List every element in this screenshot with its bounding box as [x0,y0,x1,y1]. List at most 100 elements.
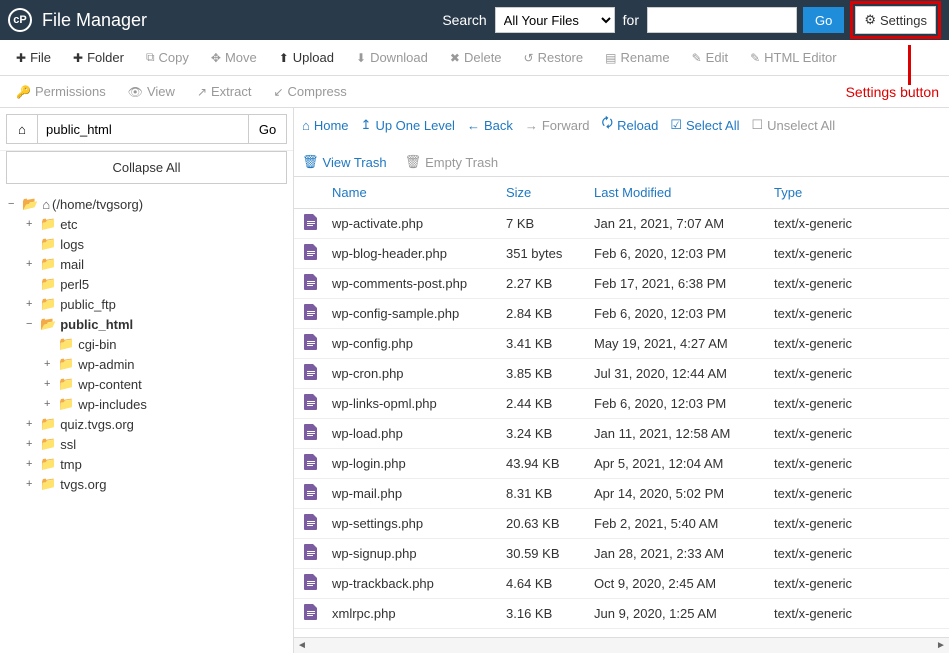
unselect-all-button[interactable]: ☐Unselect All [752,114,836,136]
path-home-button[interactable]: ⌂ [6,114,38,144]
file-row[interactable]: wp-blog-header.php351 bytesFeb 6, 2020, … [294,239,949,269]
column-modified[interactable]: Last Modified [594,185,774,200]
scroll-track[interactable] [310,638,933,653]
tree-item[interactable]: +📁mail [8,254,285,274]
file-row[interactable]: wp-cron.php3.85 KBJul 31, 2020, 12:44 AM… [294,359,949,389]
permissions-button[interactable]: 🔑Permissions [6,78,116,105]
file-type: text/x-generic [774,426,949,441]
new-file-button[interactable]: ✚File [6,44,61,71]
tree-item[interactable]: +📁public_ftp [8,294,285,314]
file-row[interactable]: wp-load.php3.24 KBJan 11, 2021, 12:58 AM… [294,419,949,449]
file-row[interactable]: wp-config.php3.41 KBMay 19, 2021, 4:27 A… [294,329,949,359]
file-row[interactable]: wp-config-sample.php2.84 KBFeb 6, 2020, … [294,299,949,329]
tree-toggle-icon[interactable]: + [26,458,38,470]
new-folder-button[interactable]: ✚Folder [63,44,134,71]
tree-item[interactable]: +📁wp-admin [8,354,285,374]
file-icon [304,454,318,470]
tree-toggle-icon[interactable]: + [44,358,56,370]
column-size[interactable]: Size [506,185,594,200]
tree-toggle-icon[interactable]: + [26,258,38,270]
search-scope-select[interactable]: All Your Files [495,7,615,33]
tree-toggle-icon[interactable]: − [26,318,38,330]
restore-label: Restore [538,50,584,65]
restore-button[interactable]: ↺Restore [514,44,594,71]
horizontal-scrollbar[interactable]: ◄ ► [294,637,949,653]
collapse-all-button[interactable]: Collapse All [6,151,287,184]
tree-item[interactable]: +📁wp-includes [8,394,285,414]
tree-item[interactable]: 📁logs [8,234,285,254]
view-trash-button[interactable]: 🗑View Trash [302,154,387,170]
settings-label: Settings [880,13,927,28]
copy-button[interactable]: ⧉Copy [136,44,199,71]
back-button[interactable]: ←Back [467,114,513,136]
column-name[interactable]: Name [328,185,506,200]
path-input[interactable] [38,114,249,144]
extract-button[interactable]: ↗Extract [187,78,262,105]
file-row[interactable]: xmlrpc.php3.16 KBJun 9, 2020, 1:25 AMtex… [294,599,949,629]
tree-root[interactable]: − 📂 ⌂ (/home/tvgsorg) [8,194,285,214]
move-button[interactable]: ✥Move [201,44,267,71]
reload-button[interactable]: 🗘Reload [602,114,659,136]
upload-button[interactable]: ⬆Upload [269,44,344,71]
file-row[interactable]: wp-links-opml.php2.44 KBFeb 6, 2020, 12:… [294,389,949,419]
tree-item-label: etc [60,217,77,232]
file-name: wp-activate.php [328,216,506,231]
rename-button[interactable]: ▤Rename [595,44,679,71]
settings-button[interactable]: ⚙ Settings [855,6,936,34]
file-row[interactable]: wp-trackback.php4.64 KBOct 9, 2020, 2:45… [294,569,949,599]
tree-item[interactable]: +📁ssl [8,434,285,454]
edit-label: Edit [706,50,728,65]
tree-toggle-icon[interactable]: + [26,418,38,430]
empty-trash-button[interactable]: 🗑Empty Trash [405,154,498,170]
tree-item-label: ssl [60,437,76,452]
path-go-button[interactable]: Go [249,114,287,144]
scroll-right-icon[interactable]: ► [933,638,949,653]
file-type-icon [294,514,328,533]
download-button[interactable]: ⬇Download [346,44,438,71]
file-grid-body[interactable]: wp-activate.php7 KBJan 21, 2021, 7:07 AM… [294,209,949,637]
file-row[interactable]: wp-signup.php30.59 KBJan 28, 2021, 2:33 … [294,539,949,569]
compress-button[interactable]: ↙Compress [263,78,356,105]
tree-toggle-icon[interactable]: − [8,198,20,210]
file-modified: Feb 2, 2021, 5:40 AM [594,516,774,531]
tree-item-label: quiz.tvgs.org [60,417,134,432]
html-editor-button[interactable]: ✎HTML Editor [740,44,847,71]
view-button[interactable]: 👁View [118,78,185,105]
tree-item[interactable]: −📂public_html [8,314,285,334]
file-row[interactable]: wp-comments-post.php2.27 KBFeb 17, 2021,… [294,269,949,299]
tree-item[interactable]: +📁quiz.tvgs.org [8,414,285,434]
tree-item[interactable]: 📁cgi-bin [8,334,285,354]
scroll-left-icon[interactable]: ◄ [294,638,310,653]
file-row[interactable]: wp-login.php43.94 KBApr 5, 2021, 12:04 A… [294,449,949,479]
tree-toggle-icon[interactable]: + [26,438,38,450]
column-type[interactable]: Type [774,185,949,200]
move-label: Move [225,50,257,65]
home-icon: ⌂ [42,197,50,212]
tree-root-label: (/home/tvgsorg) [52,197,143,212]
file-row[interactable]: wp-settings.php20.63 KBFeb 2, 2021, 5:40… [294,509,949,539]
search-input[interactable] [647,7,797,33]
tree-toggle-icon[interactable]: + [26,218,38,230]
file-row[interactable]: wp-activate.php7 KBJan 21, 2021, 7:07 AM… [294,209,949,239]
tree-item[interactable]: +📁tmp [8,454,285,474]
tree-toggle-icon[interactable]: + [44,398,56,410]
search-go-button[interactable]: Go [803,7,844,33]
up-one-level-button[interactable]: ↥Up One Level [361,114,455,136]
file-name: wp-config-sample.php [328,306,506,321]
file-row[interactable]: wp-mail.php8.31 KBApr 14, 2020, 5:02 PMt… [294,479,949,509]
edit-button[interactable]: ✎Edit [682,44,738,71]
select-all-button[interactable]: ☑Select All [670,114,739,136]
tree-item[interactable]: +📁tvgs.org [8,474,285,494]
delete-button[interactable]: ✖Delete [440,44,512,71]
file-size: 20.63 KB [506,516,594,531]
tree-toggle-icon[interactable]: + [26,478,38,490]
file-modified: Jul 31, 2020, 12:44 AM [594,366,774,381]
tree-toggle-icon[interactable]: + [44,378,56,390]
search-label: Search [442,12,486,28]
forward-button[interactable]: →Forward [525,114,590,136]
tree-item[interactable]: +📁wp-content [8,374,285,394]
tree-item[interactable]: +📁etc [8,214,285,234]
tree-item[interactable]: 📁perl5 [8,274,285,294]
home-button[interactable]: ⌂Home [302,114,349,136]
tree-toggle-icon[interactable]: + [26,298,38,310]
